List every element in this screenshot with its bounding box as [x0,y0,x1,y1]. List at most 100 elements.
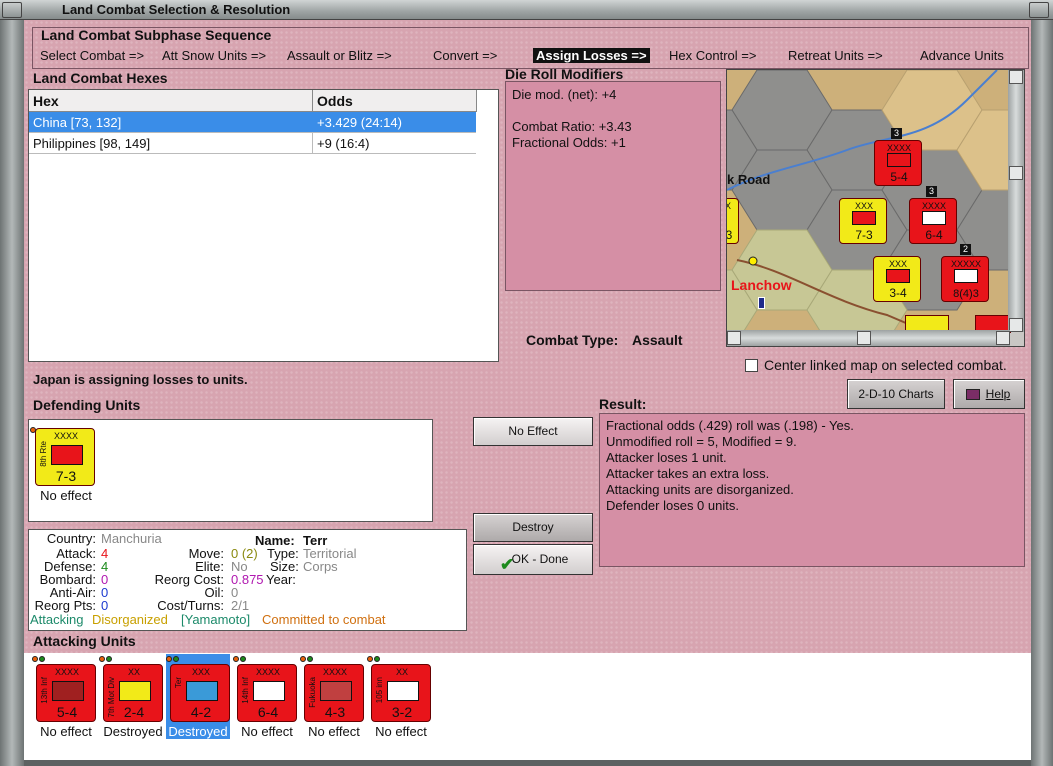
infantry-icon [887,153,911,167]
scroll-thumb[interactable] [1009,166,1023,180]
defending-unit[interactable]: 8th Rte XXXX 7-3 [35,428,95,486]
status-dot-icon [173,656,179,662]
window-frame: Land Combat Selection & Resolution Land … [0,0,1053,766]
table-row[interactable]: China [73, 132] +3.429 (24:14) [29,112,476,133]
window-close-button[interactable] [1029,2,1049,18]
counter-strength: 3-4 [889,286,907,300]
attacking-unit[interactable]: 7th Mot Div XX 2-4 [103,664,163,722]
result-title: Result: [599,396,647,412]
map-counter[interactable]: XXX 7-3 [839,198,887,244]
window-title: Land Combat Selection & Resolution [62,2,291,17]
unit-size: XXXX [322,667,347,677]
status-dot-icon [300,656,306,662]
result-line: Fractional odds (.429) roll was (.198) -… [606,418,854,433]
linked-map[interactable]: k Road Lanchow XXXX 5-4 XXXX 6-4 XXX 7-3… [726,69,1025,347]
defending-title: Defending Units [33,397,141,413]
status-dot-icon [106,656,112,662]
unit-name: 13th Inf [40,677,49,704]
artillery-icon [387,681,419,701]
scroll-up-arrow-icon[interactable] [1009,70,1023,84]
defending-unit-status: No effect [40,488,92,503]
status-dot-icon [240,656,246,662]
no-effect-button[interactable]: No Effect [473,417,593,446]
unit-strength: 2-4 [123,704,145,720]
unit-name: 14th Inf [241,677,250,704]
unit-size: XX [395,667,408,677]
unit-size: XXX [191,667,210,677]
attacking-unit[interactable]: 13th Inf XXXX 5-4 [36,664,96,722]
step-select-combat: Select Combat => [40,48,145,63]
reorg-pts-label: Reorg Pts: [34,598,96,613]
infantry-icon [253,681,285,701]
attacking-unit-status: No effect [40,724,92,739]
mountain-infantry-icon [320,681,352,701]
scroll-left-arrow-icon[interactable] [727,331,741,345]
map-counter[interactable]: XXXX 6-4 [909,198,957,244]
scroll-thumb[interactable] [857,331,871,345]
counter-size: XXXX [886,143,911,153]
combat-type-label: Combat Type: [526,332,619,348]
counter-strength: 5-4 [890,170,908,184]
step-convert: Convert => [433,48,498,63]
counter-size: XXXX [921,201,946,211]
attacking-unit-status: Destroyed [103,724,163,739]
status-dot-icon [32,656,38,662]
help-button[interactable]: Help [953,379,1025,409]
flag-commander: [Yamamoto] [181,612,251,627]
attacking-unit-status: No effect [241,724,293,739]
result-line: Attacking units are disorganized. [606,482,794,497]
infantry-icon [51,445,83,465]
counter-strength: -3 [726,228,733,242]
map-counter[interactable]: XXX 3-4 [873,256,921,302]
stack-count: 2 [960,244,971,255]
attacking-unit[interactable]: 14th Inf XXXX 6-4 [237,664,297,722]
status-dot-icon [307,656,313,662]
territorial-icon [186,681,218,701]
unit-name: 8th Rte [39,441,48,467]
hexes-col-hex[interactable]: Hex [29,90,313,112]
attacking-title: Attacking Units [33,633,136,649]
map-horizontal-scrollbar[interactable] [727,330,1010,346]
subphase-title: Land Combat Subphase Sequence [41,27,272,43]
result-line: Attacker loses 1 unit. [606,450,727,465]
map-city-label: Lanchow [731,277,792,293]
map-counter[interactable]: XX -3 [727,198,739,244]
attacking-unit-status: No effect [308,724,360,739]
reorg-pts-value: 0 [101,598,109,613]
attacking-unit[interactable]: 105 inn XX 3-2 [371,664,431,722]
map-vertical-scrollbar[interactable] [1008,70,1024,332]
center-map-checkbox[interactable] [745,359,758,372]
flag-attacking: Attacking [30,612,84,627]
step-advance: Advance Units [920,48,1004,63]
attacking-unit[interactable]: Fukuoka XXXX 4-3 [304,664,364,722]
ok-done-button[interactable]: ✔ OK - Done [473,544,593,575]
scroll-right-arrow-icon[interactable] [996,331,1010,345]
table-row[interactable]: Philippines [98, 149] +9 (16:4) [29,133,476,154]
center-map-label: Center linked map on selected combat. [764,357,1007,373]
stack-count: 3 [891,128,902,139]
destroy-button[interactable]: Destroy [473,513,593,542]
hexes-table: Hex Odds China [73, 132] +3.429 (24:14) … [28,89,499,362]
counter-strength: 6-4 [925,228,943,242]
infantry-icon [886,269,910,283]
country-value: Manchuria [101,531,162,546]
counter-strength: 7-3 [855,228,873,242]
status-dot-icon [99,656,105,662]
flag-disorganized: Disorganized [92,612,168,627]
ok-done-label: OK - Done [511,552,569,566]
attacking-unit[interactable]: Ter XXX 4-2 [170,664,230,722]
hexes-col-odds[interactable]: Odds [313,90,477,112]
map-counter[interactable]: XXXXX 8(4)3 [941,256,989,302]
counter-size: XXXXX [950,259,981,269]
counter-size: XXX [888,259,907,269]
motorized-icon [119,681,151,701]
country-label: Country: [46,531,96,546]
unit-strength: 6-4 [257,704,279,720]
charts-button[interactable]: 2-D-10 Charts [847,379,945,409]
scroll-down-arrow-icon[interactable] [1009,318,1023,332]
map-counter[interactable]: XXXX 5-4 [874,140,922,186]
hex-cell: Philippines [98, 149] [33,136,151,151]
flag-committed: Committed to combat [262,612,386,627]
window-menu-button[interactable] [2,2,22,18]
hex-cell: China [73, 132] [33,115,122,130]
